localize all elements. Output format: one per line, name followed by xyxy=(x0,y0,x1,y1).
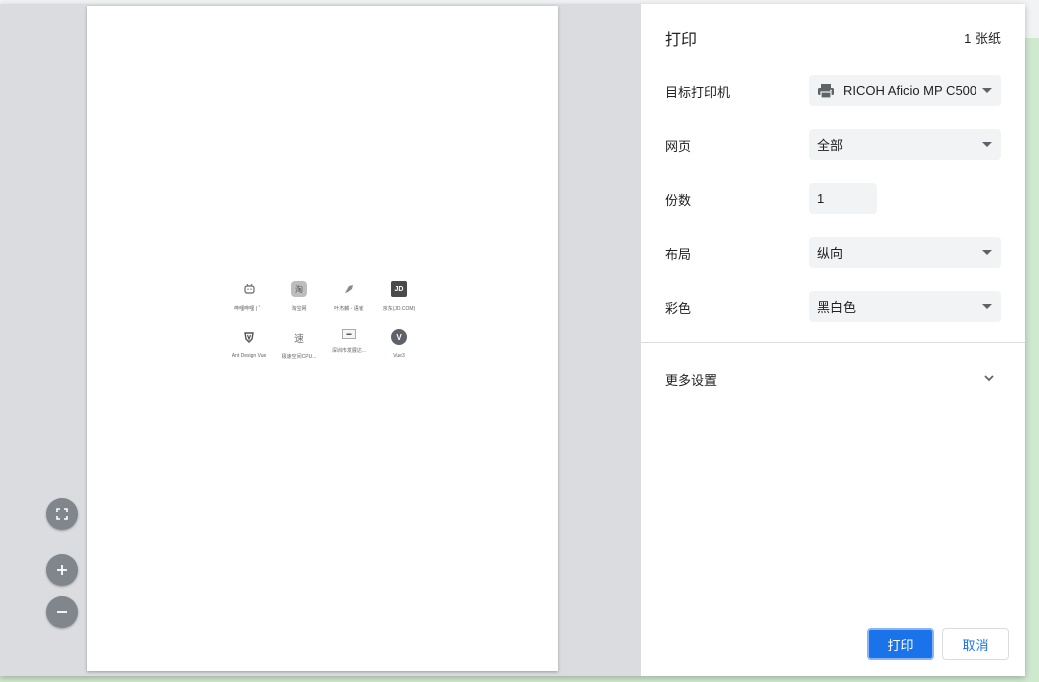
preview-page: 哔哩哔哩 ( ゜ 淘 淘宝网 叶杰麟 - 语雀 JD 京东(JD.COM) An… xyxy=(87,6,558,671)
print-button[interactable]: 打印 xyxy=(867,628,934,660)
bilibili-icon xyxy=(241,281,257,297)
tile-label: Ant Design Vue xyxy=(231,353,267,359)
copies-label: 份数 xyxy=(665,193,692,208)
printer-label: 目标打印机 xyxy=(665,85,731,100)
color-value: 黑白色 xyxy=(817,300,857,315)
more-settings-toggle[interactable]: 更多设置 xyxy=(641,362,1025,392)
sheet-count: 1 张纸 xyxy=(964,31,1001,46)
tile-label: 淘宝网 xyxy=(291,306,307,312)
chevron-down-icon xyxy=(984,375,994,382)
jd-icon: JD xyxy=(391,281,407,297)
pages-select[interactable]: 全部 xyxy=(809,129,1001,160)
shenzhen-icon: ▬ xyxy=(342,329,356,339)
dropdown-arrow-icon xyxy=(982,250,992,255)
fit-to-page-button[interactable] xyxy=(46,498,78,530)
pages-value: 全部 xyxy=(817,138,844,153)
dropdown-arrow-icon xyxy=(982,142,992,147)
more-settings-label: 更多设置 xyxy=(665,373,718,388)
tile-label: Vue3 xyxy=(393,353,405,359)
vue-icon: V xyxy=(391,329,407,345)
tile-label: 京东(JD.COM) xyxy=(382,306,416,312)
printer-value: RICOH Aficio MP C500 xyxy=(843,83,976,98)
printer-icon xyxy=(818,83,834,99)
tile-label: 叶杰麟 - 语雀 xyxy=(334,306,364,312)
shortcut-grid: 哔哩哔哩 ( ゜ 淘 淘宝网 叶杰麟 - 语雀 JD 京东(JD.COM) An… xyxy=(224,281,424,360)
taobao-icon: 淘 xyxy=(291,281,307,297)
cancel-button[interactable]: 取消 xyxy=(942,628,1009,660)
tile-vue: V Vue3 xyxy=(374,329,424,360)
printer-select[interactable]: RICOH Aficio MP C500 xyxy=(809,75,1001,106)
tile-taobao: 淘 淘宝网 xyxy=(274,281,324,312)
tile-yuque: 叶杰麟 - 语雀 xyxy=(324,281,374,312)
ant-design-icon xyxy=(241,329,257,345)
layout-select[interactable]: 纵向 xyxy=(809,237,1001,268)
print-dialog: 哔哩哔哩 ( ゜ 淘 淘宝网 叶杰麟 - 语雀 JD 京东(JD.COM) An… xyxy=(0,4,1025,676)
dropdown-arrow-icon xyxy=(982,304,992,309)
zoom-out-button[interactable] xyxy=(46,596,78,628)
tile-label: 哔哩哔哩 ( ゜ xyxy=(234,306,264,312)
tile-su: 速 极速空间CPU... xyxy=(274,329,324,361)
divider xyxy=(641,342,1025,343)
plus-icon xyxy=(57,565,67,575)
dialog-title: 打印 xyxy=(665,32,698,49)
tile-ant-design: Ant Design Vue xyxy=(224,329,274,360)
tile-shenzhen: ▬ 深圳市发展达... xyxy=(324,329,374,360)
tile-bilibili: 哔哩哔哩 ( ゜ xyxy=(224,281,274,312)
layout-label: 布局 xyxy=(665,247,692,262)
su-icon: 速 xyxy=(294,333,304,345)
layout-value: 纵向 xyxy=(817,246,844,261)
color-select[interactable]: 黑白色 xyxy=(809,291,1001,322)
tile-jd: JD 京东(JD.COM) xyxy=(374,281,424,312)
print-settings-panel: 打印 1 张纸 目标打印机 RICOH Aficio MP C500 网页 全部… xyxy=(641,4,1025,676)
pages-label: 网页 xyxy=(665,139,692,154)
print-preview-area: 哔哩哔哩 ( ゜ 淘 淘宝网 叶杰麟 - 语雀 JD 京东(JD.COM) An… xyxy=(0,4,641,676)
tile-label: 极速空间CPU... xyxy=(281,354,317,360)
fit-to-page-icon xyxy=(56,508,68,520)
dropdown-arrow-icon xyxy=(982,88,992,93)
tile-label: 深圳市发展达... xyxy=(331,348,367,354)
minus-icon xyxy=(57,611,67,613)
copies-input[interactable] xyxy=(809,183,877,214)
color-label: 彩色 xyxy=(665,301,692,316)
zoom-in-button[interactable] xyxy=(46,554,78,586)
yuque-icon xyxy=(341,281,357,297)
